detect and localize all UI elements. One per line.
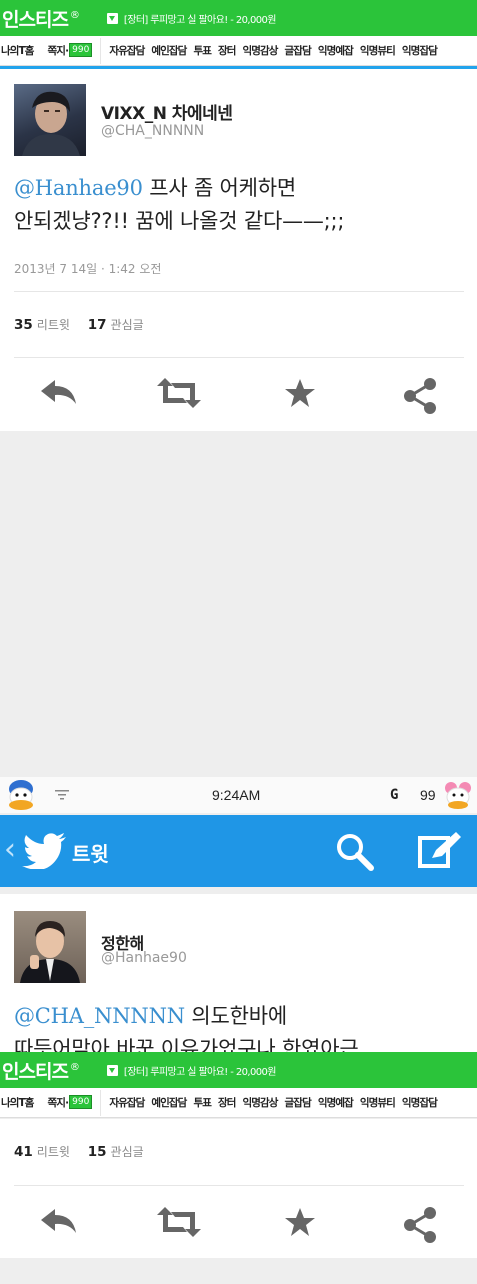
favorite-label: 관심글 xyxy=(110,1145,144,1159)
logo-text: 인스티즈 xyxy=(2,1060,69,1083)
twitter-bird-icon[interactable] xyxy=(22,833,66,869)
user-handle[interactable]: @CHA_NNNNN xyxy=(101,123,204,139)
retweet-icon[interactable] xyxy=(157,1207,201,1237)
download-icon xyxy=(55,790,69,800)
dropdown-arrow-icon[interactable] xyxy=(106,1064,118,1076)
nav-divider xyxy=(100,1089,102,1116)
message-count-badge: 990 xyxy=(69,1095,93,1109)
divider xyxy=(14,291,464,292)
nav-link[interactable]: 익명예잡 xyxy=(318,45,354,57)
user-handle[interactable]: @Hanhae90 xyxy=(101,950,187,966)
tweet-card: 정한해 @Hanhae90 @CHA_NNNNN 의도한바에 따듯어맞아 바꾼 … xyxy=(0,894,477,1061)
status-bar: 9:24AM G 99 xyxy=(0,777,477,813)
nav-link[interactable]: 장터 xyxy=(218,45,236,57)
retweet-label: 리트윗 xyxy=(36,318,70,332)
nav-link[interactable]: 익명감상 xyxy=(243,45,279,57)
favorite-count[interactable]: 15 xyxy=(88,1144,107,1160)
mention-link[interactable]: @Hanhae90 xyxy=(14,176,143,200)
retweet-icon[interactable] xyxy=(157,378,201,408)
nav-links: 자유잡담 예인잡담 투표 장터 익명감상 글잡담 익명예잡 익명뷰티 익명잡담 xyxy=(109,1095,444,1110)
nav-links: 자유잡담 예인잡담 투표 장터 익명감상 글잡담 익명예잡 익명뷰티 익명잡담 xyxy=(109,43,444,58)
nav-link[interactable]: 장터 xyxy=(218,1097,236,1109)
g-indicator: G xyxy=(390,787,399,803)
avatar-image xyxy=(20,921,80,983)
avatar[interactable] xyxy=(14,911,86,983)
retweet-count[interactable]: 35 xyxy=(14,317,33,333)
registered-mark: ® xyxy=(69,10,80,22)
nav-link[interactable]: 투표 xyxy=(193,1097,211,1109)
divider xyxy=(14,1185,464,1186)
reply-icon[interactable] xyxy=(40,378,78,406)
nav-link[interactable]: 자유잡담 xyxy=(109,45,145,57)
nav-messages[interactable]: 쪽지· 990 xyxy=(48,1095,93,1110)
nav-messages-label: 쪽지· xyxy=(47,1097,69,1109)
nav-link[interactable]: 익명예잡 xyxy=(318,1097,354,1109)
retweet-count[interactable]: 41 xyxy=(14,1144,33,1160)
tweet-card-footer: 41 리트윗 15 관심글 xyxy=(0,1119,477,1258)
nav-messages-label: 쪽지· xyxy=(47,45,69,57)
nav-link[interactable]: 익명뷰티 xyxy=(360,45,396,57)
twitter-app-bar: ‹ 트윗 xyxy=(0,815,477,887)
nav-link[interactable]: 익명잡담 xyxy=(402,1097,438,1109)
nav-link[interactable]: 자유잡담 xyxy=(109,1097,145,1109)
nav-my-home[interactable]: 나의T홈 xyxy=(0,1095,34,1110)
nav-link[interactable]: 익명잡담 xyxy=(402,45,438,57)
tweet-timestamp: 2013년 7 14일 · 1:42 오전 xyxy=(14,262,162,276)
clock: 9:24AM xyxy=(212,787,261,803)
avatar[interactable] xyxy=(14,84,86,156)
nav-link[interactable]: 익명감상 xyxy=(243,1097,279,1109)
tweet-text: @Hanhae90 프사 좀 어케하면 안되겠냥??!! 꿈에 나올것 같다——… xyxy=(14,172,469,238)
compose-icon[interactable] xyxy=(418,832,462,870)
tweet-text-part: 의도한바에 xyxy=(184,1004,288,1028)
star-icon[interactable] xyxy=(284,1207,316,1237)
instiz-logo[interactable]: 인스티즈 ® xyxy=(0,5,80,32)
share-icon[interactable] xyxy=(402,378,438,414)
tweet-text-part: 안되겠냥??!! 꿈에 나올것 같다——;;; xyxy=(14,209,345,233)
instiz-banner: 인스티즈 ® [장터] 루피망고 실 팔아요! - 20,000원 xyxy=(0,1052,477,1088)
instiz-logo[interactable]: 인스티즈 ® xyxy=(0,1057,80,1084)
tweet-stats: 41 리트윗 15 관심글 xyxy=(14,1143,144,1160)
reply-icon[interactable] xyxy=(40,1207,78,1235)
battery-level: 99 xyxy=(420,787,436,803)
nav-messages[interactable]: 쪽지· 990 xyxy=(48,43,93,58)
nav-link[interactable]: 예인잡담 xyxy=(151,1097,187,1109)
nav-link[interactable]: 글잡담 xyxy=(285,1097,312,1109)
instiz-banner: 인스티즈 ® [장터] 루피망고 실 팔아요! - 20,000원 xyxy=(0,0,477,36)
instiz-nav: 나의T홈 쪽지· 990 자유잡담 예인잡담 투표 장터 익명감상 글잡담 익명예잡 익명뷰티 익… xyxy=(0,1088,477,1118)
nav-link[interactable]: 예인잡담 xyxy=(151,45,187,57)
instiz-nav: 나의T홈 쪽지· 990 자유잡담 예인잡담 투표 장터 익명감상 글잡담 익명예잡 익명뷰티 익… xyxy=(0,36,477,66)
dropdown-arrow-icon[interactable] xyxy=(106,12,118,24)
tweet-stats: 35 리트윗 17 관심글 xyxy=(14,316,144,333)
share-icon[interactable] xyxy=(402,1207,438,1243)
tweet-card: VIXX_N 차에네넨 @CHA_NNNNN @Hanhae90 프사 좀 어케… xyxy=(0,69,477,431)
divider xyxy=(14,357,464,358)
daisy-duck-icon xyxy=(445,782,471,809)
tweet-actions xyxy=(0,1203,477,1243)
retweet-label: 리트윗 xyxy=(36,1145,70,1159)
banner-notice[interactable]: [장터] 루피망고 실 팔아요! - 20,000원 xyxy=(124,11,277,26)
avatar-image xyxy=(22,91,80,156)
favorite-label: 관심글 xyxy=(110,318,144,332)
nav-divider xyxy=(100,37,102,64)
tweet-text-part: 프사 좀 어케하면 xyxy=(142,176,297,200)
registered-mark: ® xyxy=(69,1062,80,1074)
nav-my-home[interactable]: 나의T홈 xyxy=(0,43,34,58)
nav-link[interactable]: 투표 xyxy=(193,45,211,57)
search-icon[interactable] xyxy=(336,833,374,871)
banner-notice[interactable]: [장터] 루피망고 실 팔아요! - 20,000원 xyxy=(124,1063,277,1078)
screen-title: 트윗 xyxy=(72,842,109,866)
favorite-count[interactable]: 17 xyxy=(88,317,107,333)
logo-text: 인스티즈 xyxy=(2,8,69,31)
display-name[interactable]: VIXX_N 차에네넨 xyxy=(101,99,233,124)
nav-link[interactable]: 익명뷰티 xyxy=(360,1097,396,1109)
donald-duck-icon xyxy=(9,780,33,810)
star-icon[interactable] xyxy=(284,378,316,408)
back-icon[interactable]: ‹ xyxy=(4,832,16,867)
mention-link[interactable]: @CHA_NNNNN xyxy=(14,1004,185,1028)
nav-link[interactable]: 글잡담 xyxy=(285,45,312,57)
tweet-actions xyxy=(0,374,477,414)
message-count-badge: 990 xyxy=(69,43,93,57)
